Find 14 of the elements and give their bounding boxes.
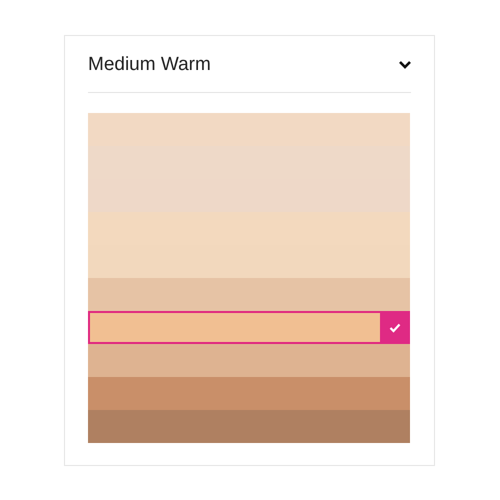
color-swatch[interactable] [88, 245, 410, 278]
check-icon [380, 311, 410, 344]
color-swatch[interactable] [88, 113, 410, 146]
color-swatch[interactable] [88, 344, 410, 377]
color-swatch[interactable] [88, 179, 410, 212]
color-swatch[interactable] [88, 212, 410, 245]
color-swatch[interactable] [88, 410, 410, 443]
dropdown-header[interactable]: Medium Warm [88, 36, 411, 93]
color-swatch[interactable] [88, 278, 410, 311]
color-swatch[interactable] [88, 146, 410, 179]
dropdown-label: Medium Warm [88, 52, 211, 77]
color-swatch[interactable] [88, 311, 410, 344]
chevron-down-icon [398, 60, 412, 70]
color-swatch[interactable] [88, 377, 410, 410]
